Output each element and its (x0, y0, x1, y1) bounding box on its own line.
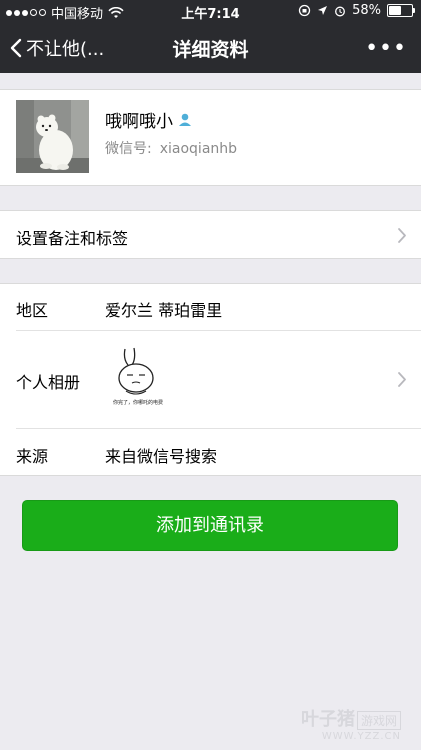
watermark-brand: 叶子猪 (300, 709, 355, 730)
more-options-icon[interactable]: ••• (365, 36, 407, 61)
info-card: 地区 爱尔兰 蒂珀雷里 个人相册 来源 来自微信号搜索 (0, 283, 421, 476)
chevron-right-icon (398, 228, 406, 243)
alarm-icon (335, 6, 346, 16)
source-label: 来源 (16, 447, 49, 466)
album-caption: 你完了，你哪吒的电费 (112, 400, 163, 406)
polar-bear-avatar-icon (16, 100, 89, 173)
source-value: 来自微信号搜索 (105, 447, 218, 466)
add-to-contacts-button[interactable]: 添加到通讯录 (22, 500, 398, 551)
region-row: 地区 爱尔兰 蒂珀雷里 (0, 284, 421, 330)
wechat-id-label: 微信号: (105, 141, 152, 157)
nav-bar: 不让他(... 详细资料 ••• (0, 22, 421, 73)
status-bar: 中国移动 上午7:14 58% (0, 0, 421, 22)
region-label: 地区 (16, 301, 49, 320)
chevron-right-icon (398, 372, 406, 387)
rotation-lock-icon (298, 4, 311, 17)
battery-percent: 58% (352, 3, 381, 18)
source-row: 来源 来自微信号搜索 (0, 429, 421, 476)
watermark: 叶子猪 游戏网 WWW.YZZ.CN (301, 705, 401, 742)
location-arrow-icon (318, 6, 328, 15)
male-contact-icon (179, 113, 191, 126)
watermark-url: WWW.YZZ.CN (321, 731, 401, 742)
profile-name: 哦啊哦小 (105, 112, 173, 132)
profile-card: 哦啊哦小 微信号: xiaoqianhb (0, 89, 421, 186)
top-bar: 中国移动 上午7:14 58% 不让他(... 详细资料 ••• (0, 0, 421, 73)
wechat-id-value: xiaoqianhb (159, 141, 238, 157)
battery-icon (387, 4, 415, 17)
album-label: 个人相册 (16, 373, 81, 392)
remark-tags-row[interactable]: 设置备注和标签 (0, 210, 421, 259)
region-value: 爱尔兰 蒂珀雷里 (105, 301, 223, 320)
avatar[interactable] (16, 100, 89, 173)
page-title: 详细资料 (172, 39, 249, 61)
album-row[interactable]: 个人相册 (0, 331, 421, 428)
watermark-badge: 游戏网 (356, 711, 401, 730)
remark-tags-label: 设置备注和标签 (16, 229, 129, 248)
